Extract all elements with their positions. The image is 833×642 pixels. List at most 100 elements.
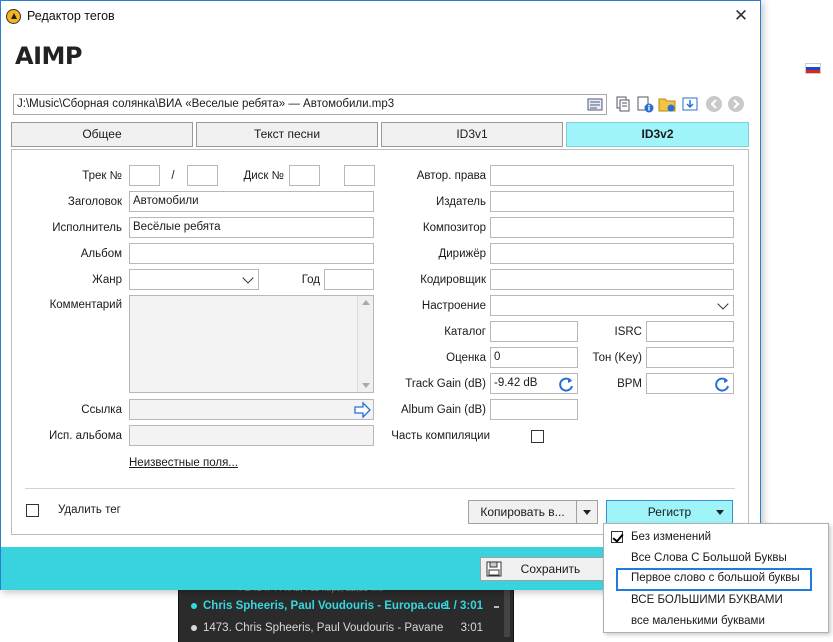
url-input[interactable]	[129, 399, 374, 420]
disc-number-input[interactable]	[289, 165, 320, 186]
album-input[interactable]	[129, 243, 374, 264]
save-button[interactable]: Сохранить	[480, 557, 605, 581]
current-track-title: Chris Spheeris, Paul Voudouris - Europa.…	[203, 600, 447, 612]
delete-tag-checkbox[interactable]	[26, 504, 39, 517]
publisher-input[interactable]	[490, 191, 734, 212]
progress-mark	[494, 606, 499, 608]
disc-total-input[interactable]	[344, 165, 375, 186]
previous-file-icon[interactable]	[705, 95, 723, 113]
compilation-checkbox[interactable]	[531, 430, 544, 443]
tab-id3v2[interactable]: ID3v2	[566, 122, 749, 147]
album-artist-label: Исп. альбома	[48, 430, 122, 442]
unknown-fields-link[interactable]: Неизвестные поля...	[129, 457, 238, 469]
playlist-scrollbar[interactable]	[504, 582, 510, 637]
conductor-label: Дирижёр	[438, 248, 486, 260]
mood-label: Настроение	[421, 300, 486, 312]
key-input[interactable]	[646, 347, 734, 368]
slash-label: /	[171, 170, 175, 182]
menu-item-no-change[interactable]: Без изменений	[604, 527, 828, 548]
playlist-item[interactable]: 1473. Chris Spheeris, Paul Voudouris - P…	[191, 622, 499, 640]
refresh-icon[interactable]	[713, 375, 731, 393]
checkmark-icon	[611, 531, 623, 543]
divider	[25, 488, 735, 489]
comment-textarea[interactable]	[129, 295, 374, 393]
file-info-icon[interactable]	[636, 95, 654, 113]
track-gain-label: Track Gain (dB)	[405, 378, 486, 390]
floppy-disk-icon	[486, 561, 502, 577]
encoder-input[interactable]	[490, 269, 734, 290]
encoder-label: Кодировщик	[420, 274, 486, 286]
playlist-current-item[interactable]: Chris Spheeris, Paul Voudouris - Europa.…	[191, 600, 499, 618]
copy-file-icon[interactable]	[614, 95, 632, 113]
track-number-input[interactable]	[129, 165, 160, 186]
catalog-input[interactable]	[490, 321, 578, 342]
copy-to-button[interactable]: Копировать в...	[468, 500, 577, 524]
track-number-label: Трек №	[82, 170, 122, 182]
menu-item-title-case[interactable]: Все Слова С Большой Буквы	[604, 548, 828, 569]
track-total-input[interactable]	[187, 165, 218, 186]
genre-label: Жанр	[92, 274, 122, 286]
compilation-label: Часть компиляции	[391, 430, 490, 442]
title-bar[interactable]: Редактор тегов ✕	[1, 1, 760, 32]
case-button-label: Регистр	[647, 505, 692, 519]
close-button[interactable]: ✕	[730, 5, 752, 27]
caret-down-icon	[716, 510, 724, 515]
save-to-file-icon[interactable]	[681, 95, 699, 113]
rating-input[interactable]: 0	[490, 347, 578, 368]
title-label: Заголовок	[67, 196, 122, 208]
mood-select[interactable]	[490, 295, 734, 316]
track-gain-input[interactable]: -9.42 dB	[490, 373, 578, 394]
url-label: Ссылка	[81, 404, 122, 416]
delete-tag-label: Удалить тег	[58, 504, 121, 516]
case-button[interactable]: Регистр	[606, 500, 733, 524]
rating-label: Оценка	[446, 352, 486, 364]
menu-item-label: все маленькими буквами	[631, 615, 765, 627]
tab-general[interactable]: Общее	[11, 122, 193, 147]
refresh-icon[interactable]	[557, 375, 575, 393]
language-flag-icon[interactable]	[805, 63, 821, 74]
publisher-label: Издатель	[436, 196, 486, 208]
tab-bar: Общее Текст песни ID3v1 ID3v2	[11, 122, 749, 147]
menu-item-upper-case[interactable]: ВСЕ БОЛЬШИМИ БУКВАМИ	[604, 590, 828, 611]
artist-input[interactable]: Весёлые ребята	[129, 217, 374, 238]
comment-label: Комментарий	[49, 299, 122, 311]
open-url-arrow-icon[interactable]	[353, 401, 371, 419]
menu-item-sentence-case[interactable]: Первое слово с большой буквы	[616, 568, 812, 591]
view-list-icon[interactable]	[587, 97, 603, 112]
window-title: Редактор тегов	[27, 9, 115, 23]
next-file-icon[interactable]	[727, 95, 745, 113]
scroll-down-icon[interactable]	[362, 383, 370, 388]
conductor-input[interactable]	[490, 243, 734, 264]
aimp-logo: AIMP	[15, 42, 82, 70]
copyright-label: Автор. права	[416, 170, 486, 182]
bpm-input[interactable]	[646, 373, 734, 394]
isrc-label: ISRC	[614, 326, 642, 338]
year-input[interactable]	[324, 269, 374, 290]
current-track-meta: 1 / 3:01	[444, 600, 483, 612]
open-folder-icon[interactable]	[658, 95, 676, 113]
disc-number-label: Диск №	[243, 170, 284, 182]
key-label: Тон (Key)	[592, 352, 642, 364]
tab-lyrics[interactable]: Текст песни	[196, 122, 378, 147]
copyright-input[interactable]	[490, 165, 734, 186]
bpm-label: BPM	[617, 378, 642, 390]
comment-scrollbar[interactable]	[357, 296, 373, 392]
menu-item-lower-case[interactable]: все маленькими буквами	[604, 611, 828, 632]
artist-label: Исполнитель	[52, 222, 122, 234]
genre-select[interactable]	[129, 269, 259, 290]
chevron-down-icon	[717, 298, 729, 310]
file-path-field[interactable]: J:\Music\Сборная солянка\ВИА «Веселые ре…	[13, 94, 607, 115]
title-input[interactable]: Автомобили	[129, 191, 374, 212]
menu-item-label: Все Слова С Большой Буквы	[631, 552, 787, 564]
copy-to-dropdown-button[interactable]	[576, 500, 598, 524]
playing-indicator-icon	[191, 602, 197, 609]
tag-editor-window: Редактор тегов ✕ AIMP J:\Music\Сборная с…	[0, 0, 762, 590]
isrc-input[interactable]	[646, 321, 734, 342]
menu-item-label: ВСЕ БОЛЬШИМИ БУКВАМИ	[631, 594, 783, 606]
tab-id3v1[interactable]: ID3v1	[381, 122, 563, 147]
next-track-meta: 3:01	[460, 622, 483, 634]
album-artist-input[interactable]	[129, 425, 374, 446]
album-gain-input[interactable]	[490, 399, 578, 420]
composer-input[interactable]	[490, 217, 734, 238]
scroll-up-icon[interactable]	[362, 300, 370, 305]
